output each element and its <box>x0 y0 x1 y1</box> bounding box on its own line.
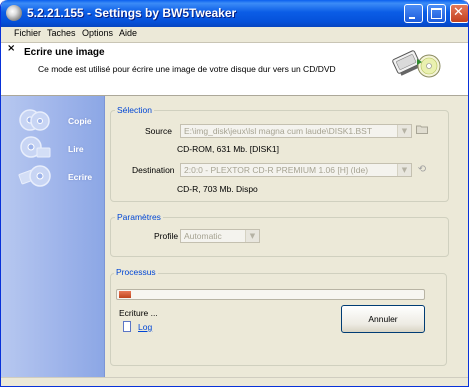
profile-combobox[interactable]: Automatic ▼ <box>180 229 260 243</box>
maximize-button[interactable] <box>427 4 446 23</box>
header-close-icon[interactable]: × <box>7 43 15 54</box>
menu-bar: Fichier Taches Options Aide <box>1 27 468 43</box>
application-window: 5.2.21.155 - Settings by BW5Tweaker ✕ Fi… <box>0 0 469 387</box>
sidebar-item-lire[interactable]: Lire <box>16 136 101 162</box>
source-combobox[interactable]: E:\img_disk\jeux\lsl magna cum laude\DIS… <box>180 124 412 138</box>
parametres-group-label: Paramètres <box>115 212 163 222</box>
close-button[interactable]: ✕ <box>450 4 468 23</box>
window-title: 5.2.21.155 - Settings by BW5Tweaker <box>27 6 237 20</box>
cancel-button[interactable]: Annuler <box>341 305 425 333</box>
source-value: E:\img_disk\jeux\lsl magna cum laude\DIS… <box>184 126 373 136</box>
sidebar-label-ecrire: Ecrire <box>68 172 93 182</box>
parametres-group: Paramètres Profile Automatic ▼ <box>110 212 449 257</box>
mode-sidebar: Copie Lire Ecrire <box>1 96 105 378</box>
title-bar[interactable]: 5.2.21.155 - Settings by BW5Tweaker ✕ <box>1 0 468 27</box>
hdd-to-cd-icon <box>392 50 441 78</box>
mode-description: Ce mode est utilisé pour écrire une imag… <box>38 64 336 74</box>
destination-combobox[interactable]: 2:0:0 - PLEXTOR CD-R PREMIUM 1.06 [H] (I… <box>180 163 412 177</box>
browse-folder-icon[interactable] <box>415 124 429 137</box>
processus-group-label: Processus <box>114 267 158 277</box>
log-link[interactable]: Log <box>138 322 152 332</box>
sidebar-label-copie: Copie <box>68 116 92 126</box>
profile-label: Profile <box>154 231 179 241</box>
close-icon: ✕ <box>453 5 464 20</box>
minimize-icon <box>409 17 415 19</box>
cd-copy-icon <box>19 109 50 131</box>
source-info: CD-ROM, 631 Mb. [DISK1] <box>177 144 280 154</box>
cd-read-icon <box>20 136 51 158</box>
sidebar-item-copie[interactable]: Copie <box>16 108 101 134</box>
write-progress-bar <box>116 289 425 300</box>
destination-value: 2:0:0 - PLEXTOR CD-R PREMIUM 1.06 [H] (I… <box>184 165 369 175</box>
status-bar <box>1 377 468 386</box>
maximize-icon <box>431 8 442 19</box>
profile-value: Automatic <box>184 231 222 241</box>
source-label: Source <box>145 126 172 136</box>
chevron-down-icon[interactable]: ▼ <box>397 125 411 137</box>
log-file-icon[interactable] <box>123 321 131 332</box>
selection-group: Sélection Source E:\img_disk\jeux\lsl ma… <box>110 105 449 202</box>
menu-options[interactable]: Options <box>82 28 113 38</box>
sidebar-label-lire: Lire <box>68 144 84 154</box>
destination-info: CD-R, 703 Mb. Dispo <box>177 184 258 194</box>
app-disc-icon <box>6 5 22 21</box>
selection-group-label: Sélection <box>115 105 154 115</box>
process-status: Ecriture ... <box>119 308 158 318</box>
menu-taches[interactable]: Taches <box>47 28 76 38</box>
chevron-down-icon[interactable]: ▼ <box>397 164 411 176</box>
destination-label: Destination <box>132 165 175 175</box>
refresh-icon[interactable]: ⟲ <box>415 163 429 176</box>
progress-fill <box>119 291 131 298</box>
menu-aide[interactable]: Aide <box>119 28 137 38</box>
menu-fichier[interactable]: Fichier <box>14 28 41 38</box>
cd-write-icon <box>18 165 51 187</box>
sidebar-item-ecrire[interactable]: Ecrire <box>16 164 101 190</box>
mode-title: Ecrire une image <box>24 47 105 58</box>
chevron-down-icon[interactable]: ▼ <box>245 230 259 242</box>
mode-header: × Ecrire une image Ce mode est utilisé p… <box>1 43 468 96</box>
minimize-button[interactable] <box>404 4 423 23</box>
main-content: Sélection Source E:\img_disk\jeux\lsl ma… <box>105 96 468 378</box>
